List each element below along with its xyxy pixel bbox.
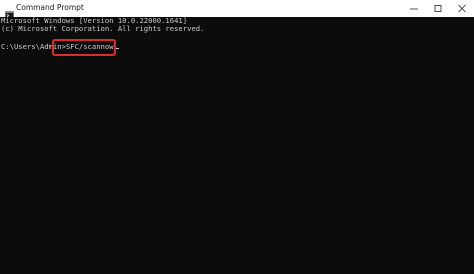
console-output[interactable]: Microsoft Windows [Version 10.0.22000.16…: [0, 16, 474, 274]
text-cursor: [113, 48, 119, 49]
typed-command[interactable]: SFC/scannow: [66, 42, 114, 51]
maximize-icon: [434, 5, 442, 12]
window-title: Command Prompt: [16, 3, 84, 12]
maximize-button[interactable]: [426, 0, 450, 17]
cmd-icon: [5, 4, 14, 19]
copyright-line: (c) Microsoft Corporation. All rights re…: [1, 24, 205, 33]
title-bar[interactable]: Command Prompt: [0, 0, 474, 19]
close-icon: [458, 4, 466, 13]
command-line[interactable]: C:\Users\Admin>SFC/scannow: [1, 42, 119, 51]
minimize-icon: [410, 8, 418, 10]
close-button[interactable]: [450, 0, 474, 17]
prompt-path: C:\Users\Admin>: [1, 42, 66, 51]
command-prompt-window: Command Prompt Microsoft Windows [Versio…: [0, 0, 474, 274]
minimize-button[interactable]: [402, 0, 426, 17]
